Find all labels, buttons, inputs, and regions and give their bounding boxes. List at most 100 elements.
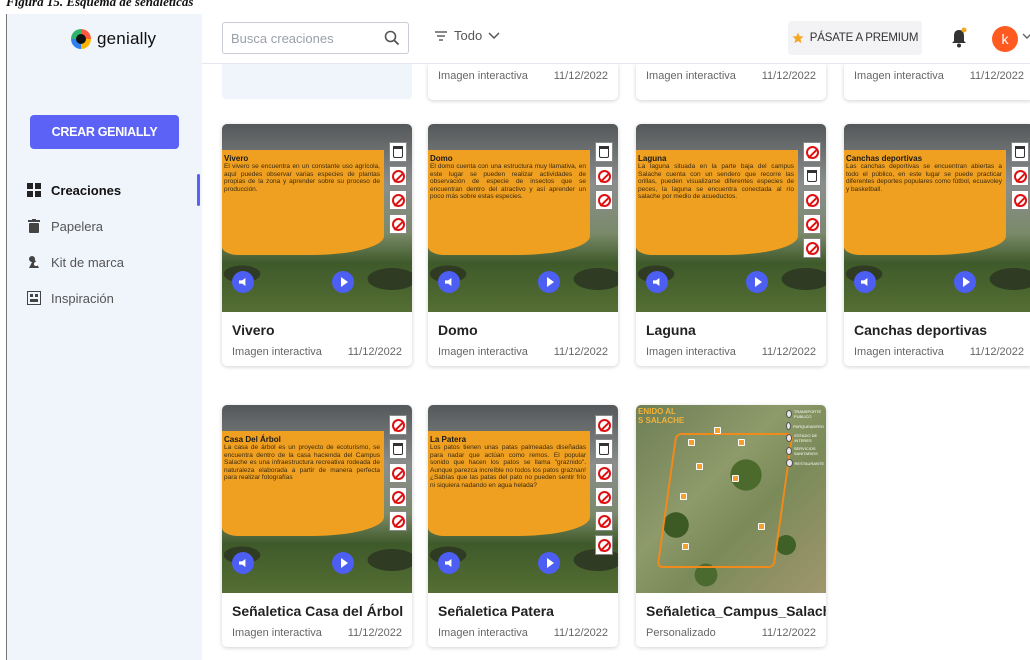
audio-button[interactable] [438,552,460,574]
create-genially-button[interactable]: CREAR GENIALLY [30,115,179,149]
card-title: Vivero [232,322,275,338]
trash-sign-icon [595,142,613,162]
grid-icon [27,183,41,197]
audio-button[interactable] [232,271,254,293]
sidebar-item-papelera[interactable]: Papelera [7,208,202,244]
sidebar-item-label: Creaciones [51,182,122,198]
card-thumbnail: Vivero El vivero se encuentra en un cons… [222,124,412,312]
info-banner: Casa Del Árbol La casa de árbol es un pr… [222,431,384,536]
card-thumbnail: La Patera Los patos tienen unas patas pa… [428,405,618,593]
audio-button[interactable] [438,271,460,293]
creations-grid: Imagen interactiva 11/12/2022 Imagen inte… [202,64,1030,660]
card-meta: Imagen interactiva 11/12/2022 [232,346,402,358]
genially-logo[interactable]: genially [71,27,156,51]
partial-card-meta[interactable]: Imagen interactiva 11/12/2022 [428,64,618,100]
sign-column [389,142,409,234]
card-title: Domo [438,322,478,338]
prohibited-sign-icon [595,166,613,186]
go-premium-button[interactable]: PÁSATE A PREMIUM [788,21,922,55]
card-thumbnail: Casa Del Árbol La casa de árbol es un pr… [222,405,412,593]
filter-icon [435,30,447,41]
creation-card-domo[interactable]: Domo El domo cuenta con una estructura m… [428,124,618,366]
map-pin-icon [682,543,689,550]
map-pin-icon [696,463,703,470]
card-title: Señaletica Patera [438,603,554,619]
premium-label: PÁSATE A PREMIUM [809,32,919,44]
prohibited-sign-icon [1011,166,1029,186]
trash-icon [27,219,41,233]
play-button[interactable] [332,271,354,293]
info-banner: Vivero El vivero se encuentra en un cons… [222,150,384,255]
sidebar-nav: Creaciones Papelera Kit de marca Inspira… [7,172,202,316]
genially-logo-icon [71,29,91,49]
prohibited-sign-icon [595,487,613,507]
sign-column [1011,142,1030,210]
search-icon[interactable] [384,30,400,46]
prohibited-sign-icon [389,511,407,531]
filter-label: Todo [454,28,483,43]
card-meta: Imagen interactiva 11/12/2022 [854,346,1024,358]
card-meta: Personalizado 11/12/2022 [646,627,816,639]
creation-card-laguna[interactable]: Laguna La laguna situada en la parte baj… [636,124,826,366]
audio-button[interactable] [646,271,668,293]
play-button[interactable] [538,271,560,293]
prohibited-sign-icon [595,535,613,555]
prohibited-sign-icon [595,511,613,531]
trash-sign-icon [803,166,821,186]
brand-kit-icon [27,255,41,269]
info-banner: Canchas deportivas Las canchas deportiva… [844,150,1006,255]
prohibited-sign-icon [803,238,821,258]
prohibited-sign-icon [803,190,821,210]
card-thumbnail: Domo El domo cuenta con una estructura m… [428,124,618,312]
app-window: genially CREAR GENIALLY Creaciones Papel… [6,14,1030,660]
audio-button[interactable] [854,271,876,293]
creation-card-campus-salache[interactable]: ENIDO AL S SALACHE TRANSPORTE PUBLICO PA… [636,405,826,647]
creation-card-patera[interactable]: La Patera Los patos tienen unas patas pa… [428,405,618,647]
top-bar: Todo PÁSATE A PREMIUM k [202,14,1030,64]
play-button[interactable] [954,271,976,293]
card-meta: Imagen interactiva 11/12/2022 [438,627,608,639]
logo-text: genially [97,29,157,48]
creation-card-canchas-deportivas[interactable]: Canchas deportivas Las canchas deportiva… [844,124,1030,366]
prohibited-sign-icon [389,214,407,234]
prohibited-sign-icon [1011,190,1029,210]
avatar-chevron-icon[interactable] [1022,31,1030,41]
map-pin-icon [732,475,739,482]
info-banner: La Patera Los patos tienen unas patas pa… [428,431,590,536]
search-input[interactable] [231,30,381,46]
prohibited-sign-icon [803,142,821,162]
partial-card[interactable] [222,64,412,99]
sign-column [389,415,409,531]
map-thumbnail: ENIDO AL S SALACHE TRANSPORTE PUBLICO PA… [636,405,826,593]
creation-card-vivero[interactable]: Vivero El vivero se encuentra en un cons… [222,124,412,366]
figure-caption: Figura 15. Esquema de señaléticas [0,0,1030,14]
play-button[interactable] [746,271,768,293]
filter-dropdown[interactable]: Todo [434,28,500,43]
play-button[interactable] [332,552,354,574]
card-meta: Imagen interactiva 11/12/2022 [232,627,402,639]
info-banner: Laguna La laguna situada en la parte baj… [636,150,798,255]
audio-button[interactable] [232,552,254,574]
sidebar-item-kit-de-marca[interactable]: Kit de marca [7,244,202,280]
chevron-down-icon [488,31,500,39]
play-button[interactable] [538,552,560,574]
sign-column [803,142,823,258]
star-icon [792,32,804,44]
user-avatar[interactable]: k [992,26,1018,52]
sidebar-item-label: Kit de marca [51,254,124,270]
trash-sign-icon [595,439,613,459]
card-meta: Imagen interactiva 11/12/2022 [646,346,816,358]
creation-card-casa-del-arbol[interactable]: Casa Del Árbol La casa de árbol es un pr… [222,405,412,647]
partial-card-meta[interactable]: Imagen interactiva 11/12/2022 [636,64,826,100]
prohibited-sign-icon [595,463,613,483]
inspiration-icon [27,291,41,305]
campus-outline [656,433,794,568]
sidebar-item-creaciones[interactable]: Creaciones [7,172,202,208]
sidebar: genially CREAR GENIALLY Creaciones Papel… [7,14,202,660]
prohibited-sign-icon [595,415,613,435]
prohibited-sign-icon [595,190,613,210]
map-pin-icon [680,493,687,500]
bell-icon[interactable] [950,27,968,49]
partial-card-meta[interactable]: Imagen interactiva 11/12/2022 [844,64,1030,100]
sidebar-item-inspiracion[interactable]: Inspiración [7,280,202,316]
